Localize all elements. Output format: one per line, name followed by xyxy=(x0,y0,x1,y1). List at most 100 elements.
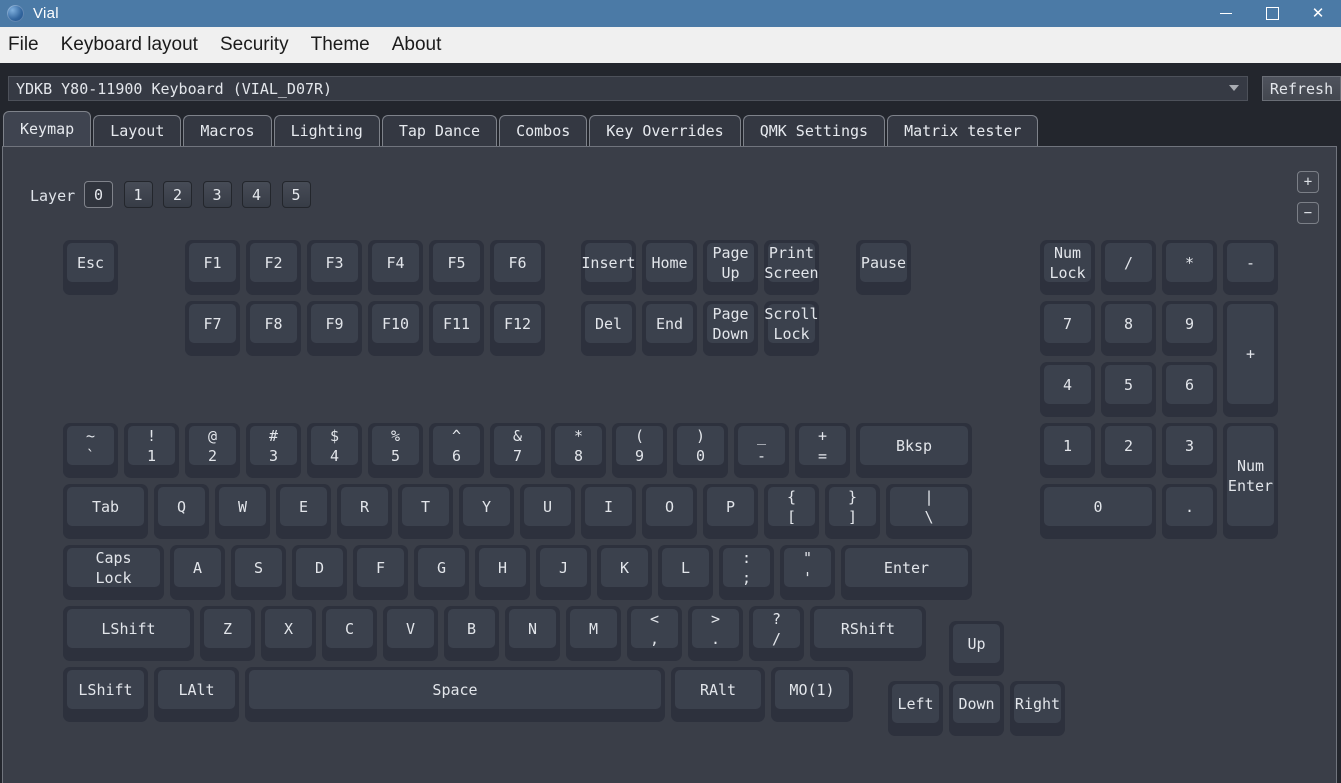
key-ralt[interactable]: RAlt xyxy=(671,667,765,722)
key-u[interactable]: U xyxy=(520,484,575,539)
key-0[interactable]: ) 0 xyxy=(673,423,728,478)
key-f2[interactable]: F2 xyxy=(246,240,301,295)
key-5[interactable]: % 5 xyxy=(368,423,423,478)
layer-button-1[interactable]: 1 xyxy=(123,181,153,208)
key-del[interactable]: Del xyxy=(581,301,636,356)
key-t[interactable]: T xyxy=(398,484,453,539)
key-lshift-bottom[interactable]: LShift xyxy=(63,667,148,722)
layer-button-0[interactable]: 0 xyxy=(84,181,113,208)
key-i[interactable]: I xyxy=(581,484,636,539)
key-d[interactable]: D xyxy=(292,545,347,600)
key-f10[interactable]: F10 xyxy=(368,301,423,356)
key-e[interactable]: E xyxy=(276,484,331,539)
key-comma[interactable]: < , xyxy=(627,606,682,661)
key-m[interactable]: M xyxy=(566,606,621,661)
key-tab[interactable]: Tab xyxy=(63,484,148,539)
key-bksp[interactable]: Bksp xyxy=(856,423,972,478)
key-kp-6[interactable]: 6 xyxy=(1162,362,1217,417)
tab-combos[interactable]: Combos xyxy=(499,115,588,146)
refresh-button[interactable]: Refresh xyxy=(1262,76,1341,101)
minimize-button[interactable] xyxy=(1203,0,1249,27)
key-kp-5[interactable]: 5 xyxy=(1101,362,1156,417)
key-kp-9[interactable]: 9 xyxy=(1162,301,1217,356)
key-k[interactable]: K xyxy=(597,545,652,600)
key-v[interactable]: V xyxy=(383,606,438,661)
key-j[interactable]: J xyxy=(536,545,591,600)
key-scroll-lock[interactable]: Scroll Lock xyxy=(764,301,819,356)
key-mo1[interactable]: MO(1) xyxy=(771,667,853,722)
key-r[interactable]: R xyxy=(337,484,392,539)
key-kp-slash[interactable]: / xyxy=(1101,240,1156,295)
key-end[interactable]: End xyxy=(642,301,697,356)
key-lalt[interactable]: LAlt xyxy=(154,667,239,722)
tab-keymap[interactable]: Keymap xyxy=(3,111,92,146)
key-o[interactable]: O xyxy=(642,484,697,539)
layer-button-3[interactable]: 3 xyxy=(202,181,232,208)
key-kp-7[interactable]: 7 xyxy=(1040,301,1095,356)
key-f5[interactable]: F5 xyxy=(429,240,484,295)
key-b[interactable]: B xyxy=(444,606,499,661)
key-q[interactable]: Q xyxy=(154,484,209,539)
key-8[interactable]: * 8 xyxy=(551,423,606,478)
key-pause[interactable]: Pause xyxy=(856,240,911,295)
key-a[interactable]: A xyxy=(170,545,225,600)
key-page-up[interactable]: Page Up xyxy=(703,240,758,295)
key-p[interactable]: P xyxy=(703,484,758,539)
tab-layout[interactable]: Layout xyxy=(93,115,182,146)
key-n[interactable]: N xyxy=(505,606,560,661)
key-rshift[interactable]: RShift xyxy=(810,606,926,661)
key-f[interactable]: F xyxy=(353,545,408,600)
maximize-button[interactable] xyxy=(1249,0,1295,27)
tab-macros[interactable]: Macros xyxy=(183,115,272,146)
key-enter[interactable]: Enter xyxy=(841,545,972,600)
key-f8[interactable]: F8 xyxy=(246,301,301,356)
layer-button-2[interactable]: 2 xyxy=(163,181,192,208)
key-f4[interactable]: F4 xyxy=(368,240,423,295)
key-y[interactable]: Y xyxy=(459,484,514,539)
tab-key-overrides[interactable]: Key Overrides xyxy=(589,115,741,146)
key-9[interactable]: ( 9 xyxy=(612,423,667,478)
menu-item-about[interactable]: About xyxy=(381,27,453,63)
key-kp-8[interactable]: 8 xyxy=(1101,301,1156,356)
menu-item-security[interactable]: Security xyxy=(209,27,300,63)
key-lshift[interactable]: LShift xyxy=(63,606,194,661)
key-equal[interactable]: + = xyxy=(795,423,850,478)
key-f3[interactable]: F3 xyxy=(307,240,362,295)
key-g[interactable]: G xyxy=(414,545,469,600)
key-kp-enter[interactable]: Num Enter xyxy=(1223,423,1278,539)
key-f1[interactable]: F1 xyxy=(185,240,240,295)
key-esc[interactable]: Esc xyxy=(63,240,118,295)
key-grave[interactable]: ~ ` xyxy=(63,423,118,478)
key-3[interactable]: # 3 xyxy=(246,423,301,478)
key-f6[interactable]: F6 xyxy=(490,240,545,295)
key-slash[interactable]: ? / xyxy=(749,606,804,661)
key-c[interactable]: C xyxy=(322,606,377,661)
key-f12[interactable]: F12 xyxy=(490,301,545,356)
device-select-dropdown[interactable]: YDKB Y80-11900 Keyboard (VIAL_D07R) xyxy=(8,76,1248,101)
key-print-screen[interactable]: Print Screen xyxy=(764,240,819,295)
key-kp-dot[interactable]: . xyxy=(1162,484,1217,539)
key-page-down[interactable]: Page Down xyxy=(703,301,758,356)
key-semicolon[interactable]: : ; xyxy=(719,545,774,600)
key-kp-2[interactable]: 2 xyxy=(1101,423,1156,478)
key-insert[interactable]: Insert xyxy=(581,240,636,295)
key-kp-asterisk[interactable]: * xyxy=(1162,240,1217,295)
key-lbracket[interactable]: { [ xyxy=(764,484,819,539)
key-7[interactable]: & 7 xyxy=(490,423,545,478)
key-z[interactable]: Z xyxy=(200,606,255,661)
key-2[interactable]: @ 2 xyxy=(185,423,240,478)
key-6[interactable]: ^ 6 xyxy=(429,423,484,478)
key-home[interactable]: Home xyxy=(642,240,697,295)
key-space[interactable]: Space xyxy=(245,667,665,722)
close-button[interactable]: ✕ xyxy=(1295,0,1341,27)
key-f7[interactable]: F7 xyxy=(185,301,240,356)
key-down[interactable]: Down xyxy=(949,681,1004,736)
key-h[interactable]: H xyxy=(475,545,530,600)
layer-button-4[interactable]: 4 xyxy=(242,181,271,208)
key-quote[interactable]: " ' xyxy=(780,545,835,600)
zoom-out-button[interactable]: − xyxy=(1297,202,1319,224)
key-x[interactable]: X xyxy=(261,606,316,661)
tab-tap-dance[interactable]: Tap Dance xyxy=(381,115,498,146)
key-kp-4[interactable]: 4 xyxy=(1040,362,1095,417)
key-kp-0[interactable]: 0 xyxy=(1040,484,1156,539)
